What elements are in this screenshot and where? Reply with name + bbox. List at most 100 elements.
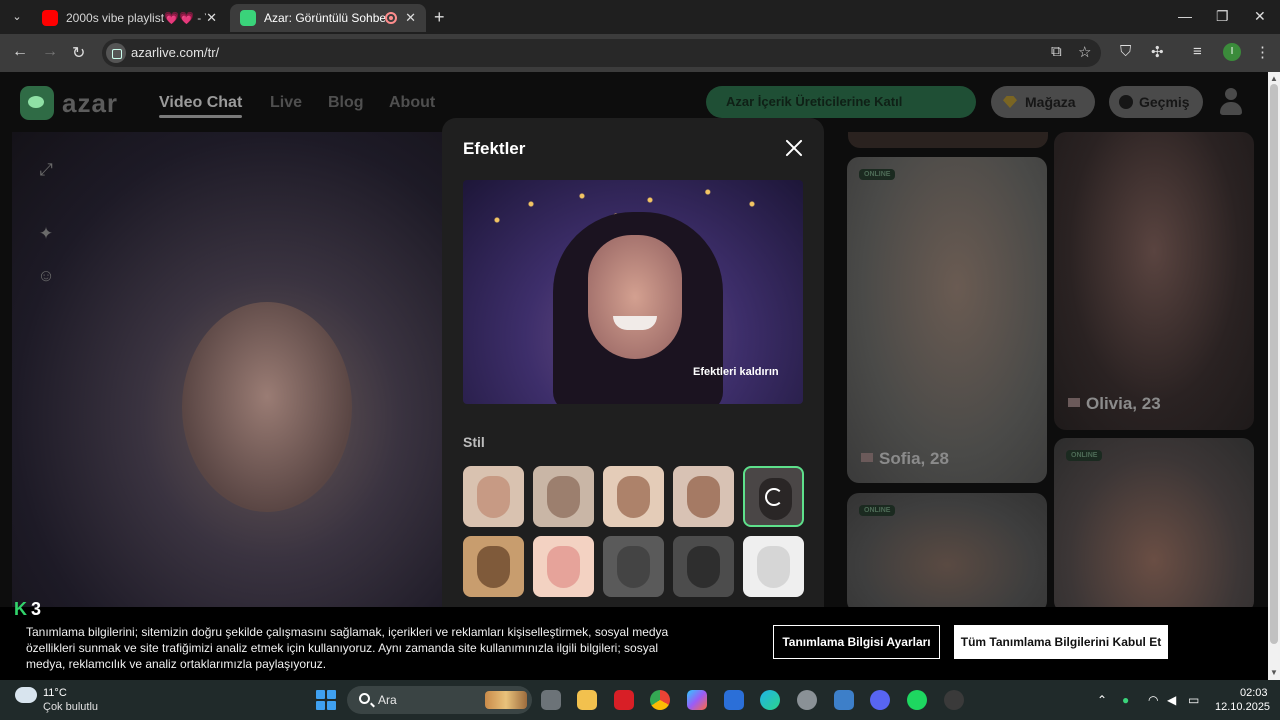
loading-spinner-icon	[765, 488, 783, 506]
profile-card[interactable]: ONLINE	[1054, 438, 1254, 613]
chrome-icon[interactable]	[650, 690, 670, 710]
profile-card[interactable]: ONLINE	[847, 493, 1047, 613]
shop-button[interactable]: Mağaza	[991, 86, 1095, 118]
weather-cloud-icon[interactable]	[15, 681, 37, 703]
edge-icon[interactable]	[760, 690, 780, 710]
more-menu-icon[interactable]: ⋮	[1255, 43, 1270, 61]
reload-button[interactable]: ↻	[72, 43, 85, 63]
effect-glasses-woman[interactable]	[533, 536, 594, 597]
profile-card-top[interactable]	[848, 132, 1048, 148]
azar-logo[interactable]: azar	[20, 86, 118, 120]
copilot-icon[interactable]	[687, 690, 707, 710]
wifi-icon[interactable]: ◠	[1148, 693, 1158, 707]
nav-about[interactable]: About	[389, 94, 435, 112]
effect-zebra[interactable]	[673, 536, 734, 597]
profile-name: Sofia, 28	[861, 449, 949, 469]
expand-icon[interactable]: ⤢	[36, 160, 56, 180]
close-tab-icon[interactable]: ✕	[405, 10, 416, 26]
discord-icon[interactable]	[870, 690, 890, 710]
tab-title: Azar: Görüntülü Sohbet, Arl	[264, 11, 386, 25]
effect-thumbnail-face	[477, 546, 510, 588]
sparkle-effects-icon[interactable]: ✦	[36, 224, 56, 244]
close-icon[interactable]	[784, 138, 804, 158]
close-tab-icon[interactable]: ✕	[206, 10, 217, 26]
effect-preview-video: Efektleri kaldırın	[463, 180, 803, 404]
scroll-thumb[interactable]	[1270, 84, 1278, 644]
k-logo-icon: K	[14, 599, 27, 619]
tray-chevron-icon[interactable]: ⌃	[1097, 693, 1107, 707]
history-button[interactable]: Geçmiş	[1109, 86, 1203, 118]
search-highlight-image	[485, 691, 527, 709]
spotify-icon[interactable]	[907, 690, 927, 710]
tab-search-button[interactable]: ⌄	[6, 6, 28, 28]
remove-effects-button[interactable]: Efektleri kaldırın	[693, 366, 779, 378]
media-control-icon[interactable]: ≡	[1193, 43, 1202, 60]
nav-live[interactable]: Live	[270, 94, 302, 112]
new-tab-button[interactable]: +	[434, 7, 445, 28]
effect-realistic-man[interactable]	[463, 466, 524, 527]
vpn-app-icon[interactable]	[834, 690, 854, 710]
maximize-button[interactable]: ❐	[1216, 8, 1229, 25]
cookie-settings-button[interactable]: Tanımlama Bilgisi Ayarları	[773, 625, 940, 659]
site-info-icon[interactable]	[106, 43, 126, 63]
scroll-down-icon[interactable]: ▼	[1270, 668, 1278, 677]
bookmark-star-icon[interactable]: ☆	[1078, 43, 1091, 61]
netflix-icon[interactable]	[614, 690, 634, 710]
address-bar[interactable]: azarlive.com/tr/	[102, 39, 1101, 67]
tab-azar[interactable]: Azar: Görüntülü Sohbet, Arl ✕	[230, 4, 426, 32]
effect-hamster[interactable]	[603, 536, 664, 597]
online-badge: ONLINE	[859, 505, 896, 516]
close-window-button[interactable]: ✕	[1254, 8, 1266, 25]
effects-modal: Efektler Efektleri kaldırın Stil	[442, 118, 824, 680]
flag-icon	[1068, 398, 1080, 407]
effect-big-smile[interactable]	[673, 466, 734, 527]
modal-title: Efektler	[463, 139, 526, 158]
tab-youtube[interactable]: 2000s vibe playlist💗💗 - YouT ✕	[32, 4, 227, 32]
clock-time[interactable]: 02:03	[1240, 687, 1268, 699]
shield-extension-icon[interactable]: ⛉	[1120, 43, 1131, 60]
scroll-up-icon[interactable]: ▲	[1270, 74, 1278, 83]
effect-dark-loading[interactable]	[743, 466, 804, 527]
nav-video-chat[interactable]: Video Chat	[159, 94, 243, 118]
recording-icon	[385, 12, 398, 24]
volume-icon[interactable]: ◀	[1167, 693, 1176, 707]
effect-fluffy-bunny[interactable]	[463, 536, 524, 597]
effect-caricature[interactable]	[603, 466, 664, 527]
task-view-icon[interactable]	[541, 690, 561, 710]
cookie-banner: K3 Tanımlama bilgilerini; sitemizin doğr…	[0, 599, 1268, 680]
flag-icon	[861, 453, 873, 462]
settings-gear-icon[interactable]	[797, 690, 817, 710]
store-icon[interactable]	[724, 690, 744, 710]
back-button[interactable]: ←	[12, 43, 28, 61]
file-explorer-icon[interactable]	[577, 690, 597, 710]
microphone-icon[interactable]: ●	[1122, 693, 1129, 707]
weather-description: Çok bulutlu	[43, 701, 99, 713]
minimize-button[interactable]: —	[1178, 8, 1192, 24]
emoji-face-icon[interactable]: ☺	[36, 266, 56, 286]
effect-thumbnail-face	[687, 476, 720, 518]
effect-thumbnail-face	[617, 546, 650, 588]
effect-thumbnail-face	[687, 546, 720, 588]
extensions-puzzle-icon[interactable]: ✣	[1151, 43, 1164, 61]
azar-logo-icon	[20, 86, 54, 120]
badge-logo: K3	[14, 599, 42, 619]
profile-card[interactable]: ONLINE Sofia, 28	[847, 157, 1047, 483]
windows-start-icon[interactable]	[316, 690, 336, 710]
clock-date[interactable]: 12.10.2025	[1215, 701, 1270, 713]
user-account-icon[interactable]	[1219, 88, 1243, 116]
accept-all-cookies-button[interactable]: Tüm Tanımlama Bilgilerini Kabul Et	[954, 625, 1168, 659]
join-creators-button[interactable]: Azar İçerik Üreticilerine Katıl	[706, 86, 976, 118]
battery-icon[interactable]: ▭	[1188, 693, 1199, 707]
page-scrollbar[interactable]: ▲ ▼	[1268, 72, 1280, 680]
effect-big-eyes[interactable]	[533, 466, 594, 527]
profile-card[interactable]: Olivia, 23	[1054, 132, 1254, 430]
effect-cartoon-monster[interactable]	[743, 536, 804, 597]
install-app-icon[interactable]: ⧉	[1051, 43, 1062, 60]
recorder-icon[interactable]	[944, 690, 964, 710]
profile-avatar[interactable]: I	[1223, 43, 1241, 61]
nav-blog[interactable]: Blog	[328, 94, 364, 112]
azar-favicon-icon	[240, 10, 256, 26]
taskbar-search[interactable]: Ara	[347, 686, 532, 714]
forward-button[interactable]: →	[42, 43, 58, 61]
online-badge: ONLINE	[859, 169, 896, 180]
